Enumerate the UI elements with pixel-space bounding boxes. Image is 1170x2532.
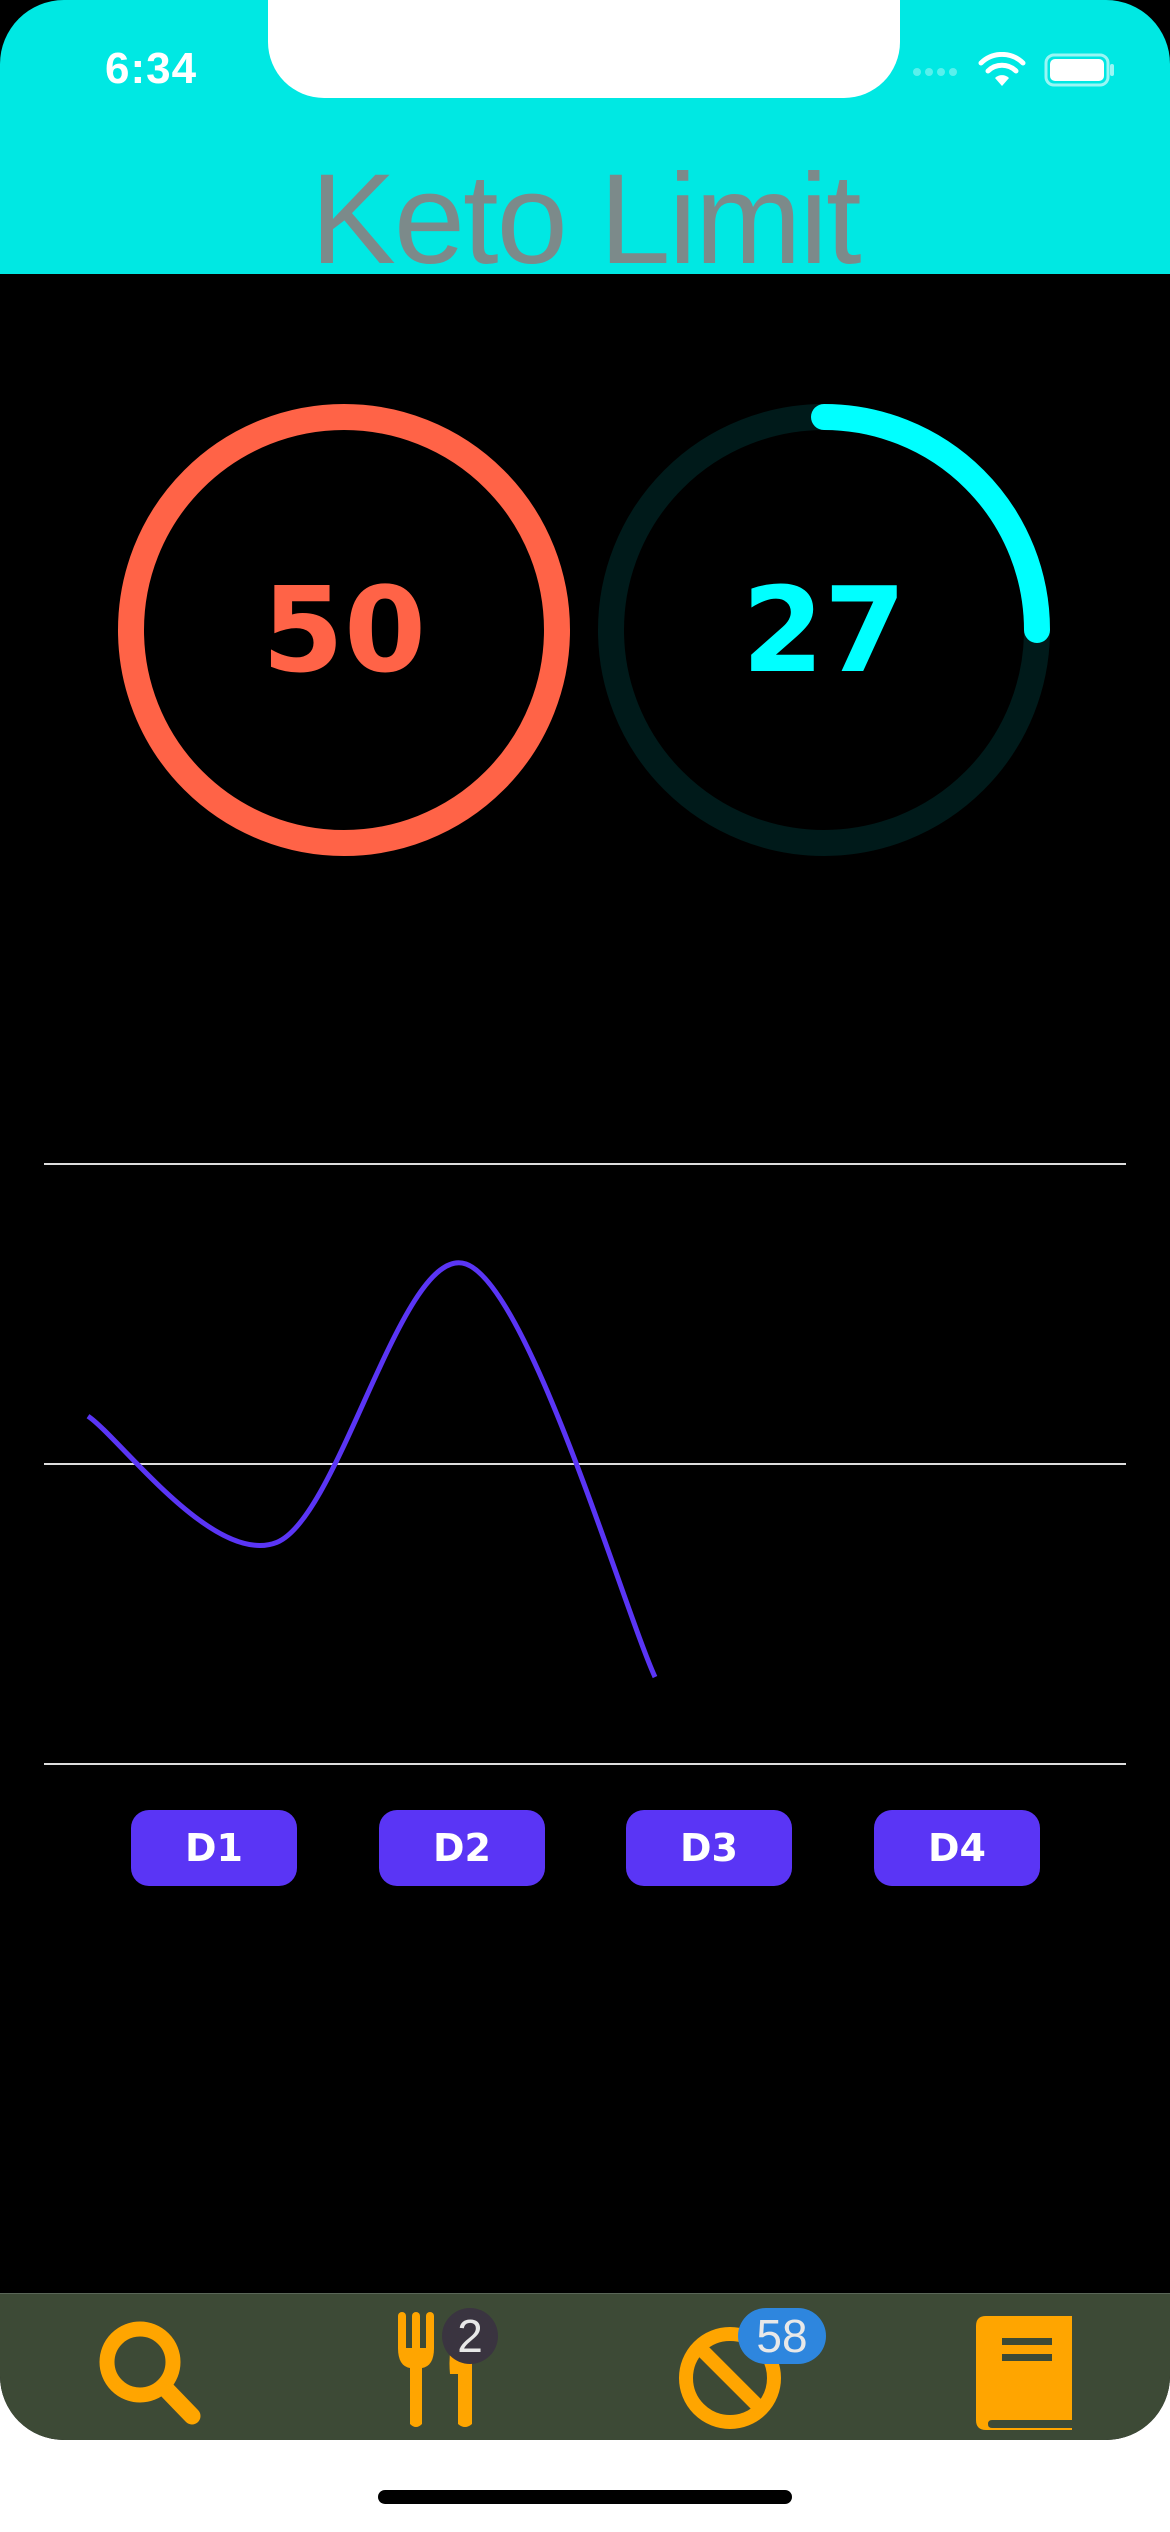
excluded-badge: 58 <box>738 2308 826 2364</box>
home-indicator[interactable] <box>378 2490 792 2504</box>
battery-icon <box>1044 53 1114 87</box>
day-selector: D1 D2 D3 D4 <box>0 1810 1170 1886</box>
tab-bar: 2 58 <box>0 2293 1170 2440</box>
app-screen: 6:34 Keto Limit 50 27 D1 D2 D3 D4 2 58 <box>0 0 1170 2440</box>
status-time: 6:34 <box>105 44 198 93</box>
tab-search[interactable] <box>88 2312 208 2432</box>
book-icon <box>976 2316 1072 2430</box>
progress-rings: 50 27 <box>0 274 1170 914</box>
tab-excluded[interactable]: 58 <box>672 2308 826 2432</box>
status-icons <box>912 52 1116 88</box>
app-title: Keto Limit <box>310 148 861 291</box>
day-button-d1[interactable]: D1 <box>131 1810 297 1886</box>
limit-ring: 50 <box>118 404 570 856</box>
day-button-d3[interactable]: D3 <box>626 1810 792 1886</box>
meals-badge: 2 <box>442 2308 498 2364</box>
header-bar: 6:34 Keto Limit <box>0 0 1170 290</box>
tab-recipes[interactable] <box>962 2312 1082 2432</box>
consumed-value: 27 <box>741 561 907 699</box>
wifi-icon <box>978 52 1026 86</box>
tab-meals[interactable]: 2 <box>380 2308 500 2432</box>
carb-line-chart <box>44 1163 1126 1765</box>
consumed-ring: 27 <box>598 404 1050 856</box>
day-button-d4[interactable]: D4 <box>874 1810 1040 1886</box>
search-icon <box>99 2321 201 2425</box>
limit-value: 50 <box>261 561 427 699</box>
device-notch <box>268 0 900 98</box>
day-button-d2[interactable]: D2 <box>379 1810 545 1886</box>
chart-series-line <box>86 1260 658 1679</box>
device: 6:34 Keto Limit 50 27 D1 D2 D3 D4 2 58 <box>0 0 1170 2532</box>
cellular-signal-icon <box>913 68 957 76</box>
